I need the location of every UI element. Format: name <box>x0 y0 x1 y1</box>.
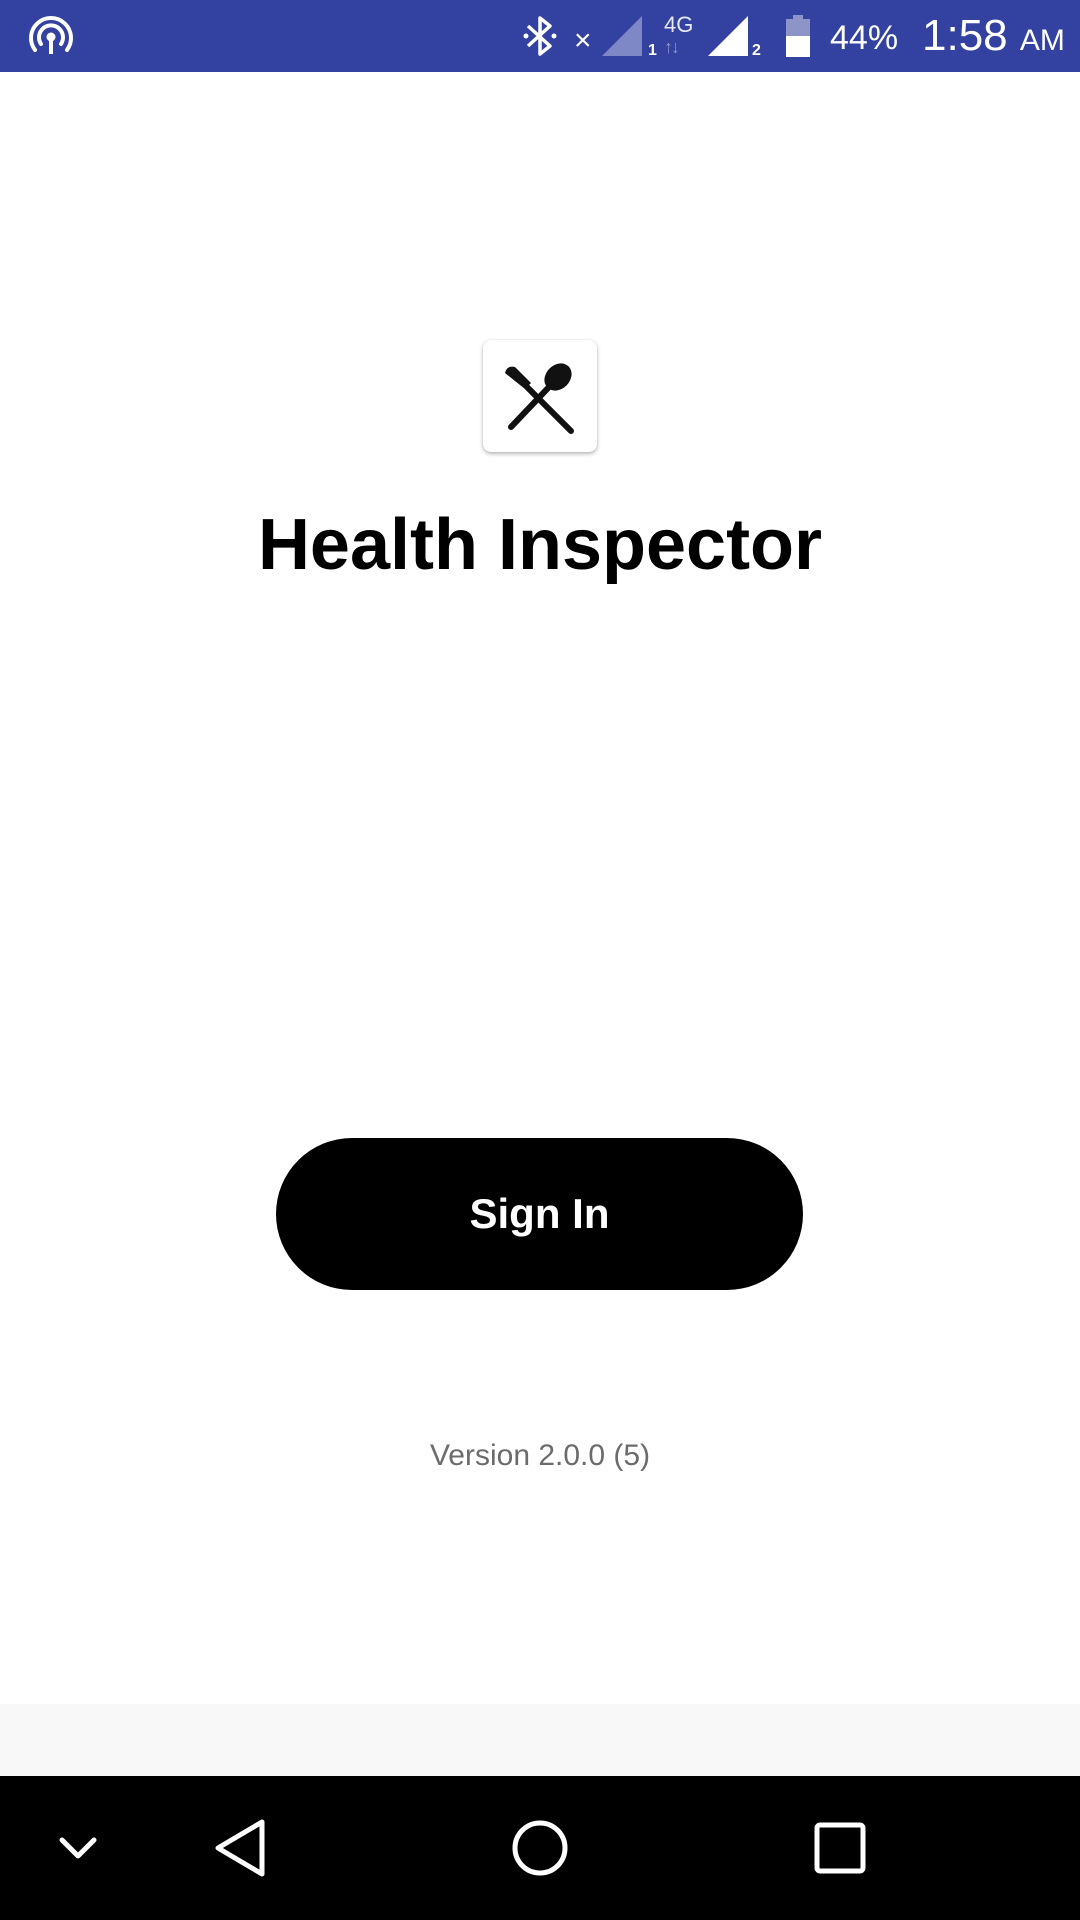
sim2-label: 2 <box>752 42 761 59</box>
clock-ampm: AM <box>1019 24 1065 57</box>
clock-time: 1:58 <box>922 11 1008 60</box>
sign-in-button[interactable]: Sign In <box>276 1138 803 1290</box>
bluetooth-icon <box>522 14 558 63</box>
home-icon[interactable] <box>500 1776 580 1920</box>
clock: 1:58 AM <box>922 12 1065 65</box>
bottom-strip <box>0 1704 1080 1776</box>
sim1-label: 1 <box>648 42 657 59</box>
back-icon[interactable] <box>200 1776 280 1920</box>
app-logo <box>483 340 597 452</box>
network-type-label: 4G <box>664 12 694 37</box>
signal-icon <box>706 14 750 63</box>
data-arrows-icon: ↑↓ <box>664 37 680 57</box>
status-bar: × 1 4G ↑↓ 2 44% 1:58 AM <box>0 0 1080 72</box>
battery-percent: 44% <box>830 19 899 57</box>
navigation-bar <box>0 1776 1080 1920</box>
no-signal-mark: × <box>574 24 592 57</box>
utensils-icon <box>505 363 574 434</box>
version-text: Version 2.0.0 (5) <box>429 1439 651 1472</box>
signal-icon <box>600 14 644 63</box>
hotspot-icon <box>28 14 74 65</box>
page-title: Health Inspector <box>257 505 823 585</box>
chevron-down-icon[interactable] <box>40 1776 116 1920</box>
battery-icon <box>784 14 812 63</box>
recents-icon[interactable] <box>800 1776 880 1920</box>
